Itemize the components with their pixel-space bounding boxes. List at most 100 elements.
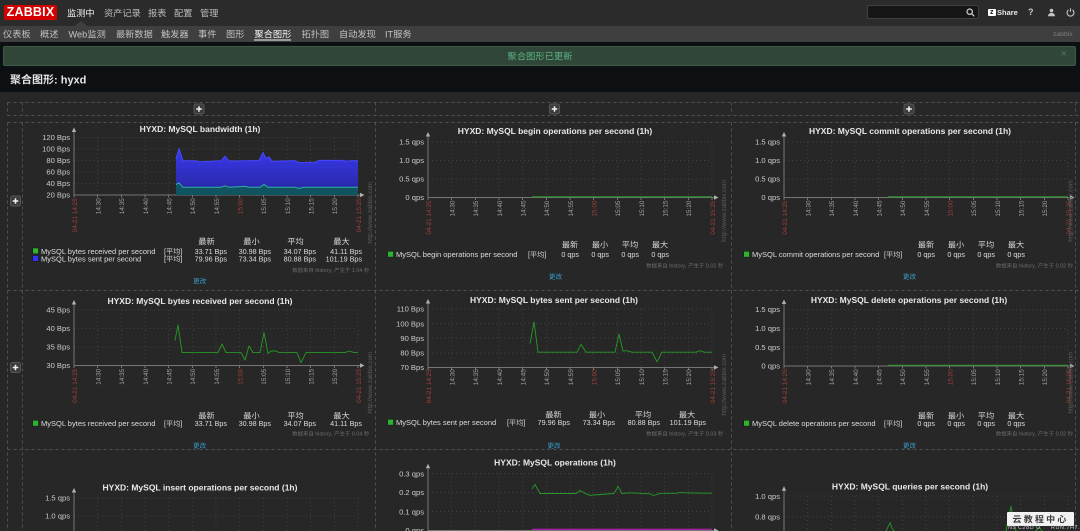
svg-text:0.1 qps: 0.1 qps [399,507,424,516]
svg-text:1.0 qps: 1.0 qps [755,492,780,501]
svg-text:history,: history, [314,268,334,274]
svg-text:history,: history, [1018,432,1038,438]
svg-text:1.5 qps: 1.5 qps [399,138,424,147]
svg-text:[: [ [528,250,530,259]
svg-text:101.19 Bps: 101.19 Bps [670,418,707,427]
svg-text:15:15: 15:15 [1019,200,1026,216]
svg-text:73.34 Bps: 73.34 Bps [583,418,616,427]
svg-text:14:35: 14:35 [829,369,836,385]
svg-text:14:35: 14:35 [473,200,480,216]
svg-text:[: [ [507,418,509,427]
svg-text:60 Bps: 60 Bps [46,168,70,177]
svg-text:04-21 15:25: 04-21 15:25 [356,368,363,403]
svg-text:http://www.zabbix.com: http://www.zabbix.com [1068,352,1075,414]
svg-text:0.04: 0.04 [350,432,364,438]
svg-text:34.07 Bps: 34.07 Bps [284,419,317,428]
svg-text:15:20: 15:20 [1042,369,1049,385]
svg-text:HYXD: MySQL commit operations: HYXD: MySQL commit operations per second… [809,126,1011,136]
svg-text:35 Bps: 35 Bps [46,343,70,352]
svg-text:15:10: 15:10 [995,200,1002,216]
svg-text:1.0 qps: 1.0 qps [45,512,70,521]
svg-text:15:20: 15:20 [1042,200,1049,216]
svg-text:100 Bps: 100 Bps [396,319,424,328]
svg-text:04-21 15:25: 04-21 15:25 [356,198,363,233]
svg-text:15:05: 15:05 [971,369,978,385]
svg-text:0.5 qps: 0.5 qps [755,343,780,352]
svg-text:14:30: 14:30 [450,200,457,216]
svg-text:http://www.zabbix.com: http://www.zabbix.com [721,180,728,242]
svg-text:15:05: 15:05 [261,198,268,214]
svg-text:14:55: 14:55 [214,198,221,214]
svg-text:45 Bps: 45 Bps [46,306,70,315]
svg-text:15:00: 15:00 [948,369,955,385]
svg-text:MySQL begin operations per sec: MySQL begin operations per second [396,250,517,259]
svg-text:0.02: 0.02 [1054,264,1068,270]
svg-text:15:20: 15:20 [332,198,339,214]
svg-text:04-21 14:25: 04-21 14:25 [72,198,79,233]
svg-text:80 Bps: 80 Bps [46,156,70,165]
svg-text:MySQL bytes sent per second: MySQL bytes sent per second [41,254,141,263]
svg-text:1.5 qps: 1.5 qps [755,305,780,314]
svg-text:0 qps: 0 qps [977,250,995,259]
svg-text:04-21 14:25: 04-21 14:25 [782,369,789,404]
svg-text:[: [ [164,419,166,428]
svg-text:15:10: 15:10 [639,369,646,385]
svg-text:04-21 15:25: 04-21 15:25 [710,369,717,404]
svg-text:1.04: 1.04 [350,268,364,274]
svg-text:14:30: 14:30 [96,368,103,384]
svg-text:IT: IT [385,29,394,39]
svg-text:HYXD: MySQL begin operations p: HYXD: MySQL begin operations per second … [458,126,653,136]
svg-text:14:55: 14:55 [924,369,931,385]
svg-text:14:35: 14:35 [473,369,480,385]
svg-text:15:10: 15:10 [995,369,1002,385]
svg-text:15:20: 15:20 [686,369,693,385]
svg-text:]: ] [900,250,902,259]
svg-text:0 qps: 0 qps [761,362,780,371]
svg-text:0 qps: 0 qps [1007,419,1025,428]
svg-text:04-21 14:25: 04-21 14:25 [72,368,79,403]
svg-text:40 Bps: 40 Bps [46,179,70,188]
svg-text:history,: history, [314,432,334,438]
svg-text:MySQL delete operations per se: MySQL delete operations per second [752,419,876,428]
svg-text:http://www.zabbix.com: http://www.zabbix.com [1068,180,1075,242]
svg-text:120 Bps: 120 Bps [42,133,70,142]
svg-text:14:30: 14:30 [450,369,457,385]
svg-text:80 Bps: 80 Bps [400,349,424,358]
svg-text:15:10: 15:10 [285,368,292,384]
svg-text:14:40: 14:40 [853,200,860,216]
svg-text:1.5 qps: 1.5 qps [755,138,780,147]
svg-text:04-21 14:25: 04-21 14:25 [426,369,433,404]
svg-text:15:00: 15:00 [592,369,599,385]
svg-text:]: ] [900,419,902,428]
svg-text:14:45: 14:45 [877,200,884,216]
svg-text:14:40: 14:40 [143,198,150,214]
svg-text:0 qps: 0 qps [761,193,780,202]
svg-text:14:55: 14:55 [568,200,575,216]
svg-text:14:45: 14:45 [877,369,884,385]
svg-text:20 Bps: 20 Bps [46,191,70,200]
svg-text:0.02: 0.02 [1054,432,1068,438]
svg-text:15:05: 15:05 [615,200,622,216]
svg-text:0 qps: 0 qps [917,419,935,428]
svg-text:14:35: 14:35 [829,200,836,216]
svg-text:14:55: 14:55 [924,200,931,216]
svg-text:]: ] [544,250,546,259]
svg-text:: hyxd: : hyxd [54,74,86,86]
svg-text:15:05: 15:05 [971,200,978,216]
svg-text:0 qps: 0 qps [621,250,639,259]
svg-text:14:45: 14:45 [167,368,174,384]
svg-text:0.8 qps: 0.8 qps [755,513,780,522]
svg-text:14:45: 14:45 [521,369,528,385]
svg-text:14:50: 14:50 [900,200,907,216]
svg-text:0 qps: 0 qps [1007,250,1025,259]
svg-text:14:50: 14:50 [190,198,197,214]
svg-text:100 Bps: 100 Bps [42,145,70,154]
svg-text:MySQL bytes received per secon: MySQL bytes received per second [41,419,155,428]
svg-text:30.98 Bps: 30.98 Bps [239,419,272,428]
svg-text:15:15: 15:15 [663,369,670,385]
svg-text:MySQL commit operations per se: MySQL commit operations per second [752,250,879,259]
svg-text:90 Bps: 90 Bps [400,334,424,343]
svg-text:73.34 Bps: 73.34 Bps [239,254,272,263]
svg-text:0 qps: 0 qps [947,419,965,428]
svg-text:14:40: 14:40 [497,200,504,216]
